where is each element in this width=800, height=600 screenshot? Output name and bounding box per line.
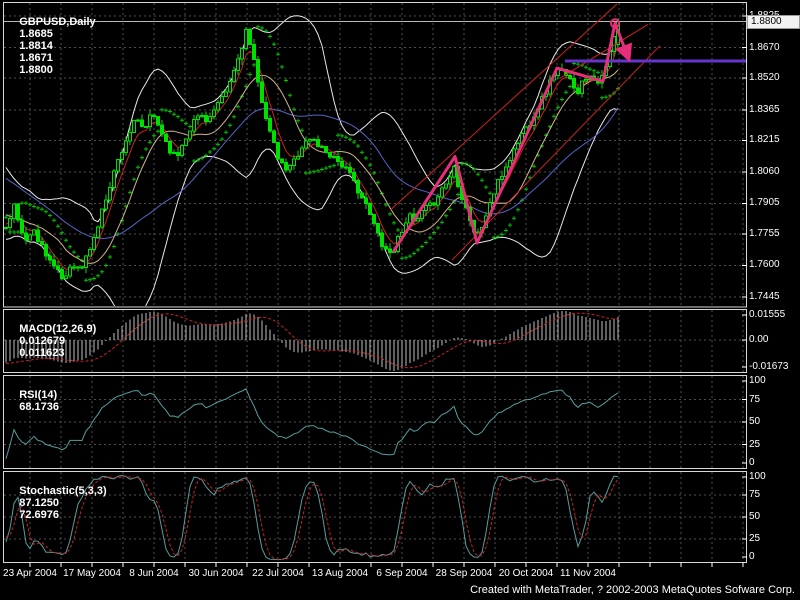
chart-canvas[interactable]	[0, 0, 800, 600]
macd-label: MACD(12,26,9)	[19, 323, 97, 335]
footer-credit: Created with MetaTrader, ? 2002-2003 Met…	[470, 584, 795, 596]
rsi-axis-label: 0	[749, 457, 755, 468]
ohlc-low: 1.8671	[19, 52, 53, 64]
macd-signal-value: 0.011623	[19, 347, 65, 359]
price-axis-label: 1.8365	[749, 104, 780, 115]
price-axis-label: 1.7445	[749, 291, 780, 302]
rsi-axis-label: 50	[749, 416, 761, 427]
ohlc-close: 1.8800	[19, 64, 53, 76]
ohlc-high: 1.8814	[19, 40, 53, 52]
ohlc-open: 1.8685	[19, 28, 53, 40]
rsi-label: RSI(14)	[19, 389, 58, 401]
stochastic-axis-label: 100	[749, 471, 766, 482]
stochastic-label: Stochastic(5,3,3)	[19, 485, 107, 497]
rsi-axis-label: 25	[749, 439, 761, 450]
macd-axis-label: 0.01555	[749, 309, 786, 320]
stochastic-axis-label: 75	[749, 489, 761, 500]
vertical-gridlines	[29, 3, 744, 562]
stochastic-k-value: 87.1250	[19, 497, 59, 509]
rsi-axis-label: 75	[749, 394, 761, 405]
price-axis-label: 1.7755	[749, 228, 780, 239]
macd-panel-border	[3, 309, 747, 373]
price-axis-label: 1.8215	[749, 134, 780, 145]
current-price-box: 1.8800	[747, 15, 800, 29]
macd-axis-label: 0.00	[749, 334, 769, 345]
stochastic-axis-label: 25	[749, 533, 761, 544]
chart-title: GBPUSD,Daily 1.8685 1.8814 1.8671 1.8800	[7, 4, 103, 88]
price-axis-label: 1.8060	[749, 166, 780, 177]
rsi-title: RSI(14) 68.1736	[7, 377, 66, 425]
price-axis-label: 1.7600	[749, 259, 780, 270]
rsi-axis-label: 100	[749, 375, 766, 386]
stochastic-d-value: 72.6976	[19, 509, 59, 521]
rsi-value: 68.1736	[19, 401, 59, 413]
price-axis-label: 1.8520	[749, 72, 780, 83]
stochastic-title: Stochastic(5,3,3) 87.1250 72.6976	[7, 473, 114, 533]
macd-title: MACD(12,26,9) 0.012679 0.011623	[7, 311, 103, 371]
price-axis-label: 1.8670	[749, 42, 780, 53]
horizontal-gridlines	[4, 15, 746, 540]
macd-value: 0.012679	[19, 335, 66, 347]
date-axis-label: 11 Nov 2004	[560, 568, 616, 579]
rsi-line	[5, 388, 619, 459]
metatrader-chart-window: GBPUSD,Daily 1.8685 1.8814 1.8671 1.8800…	[0, 0, 800, 600]
macd-axis-label: -0.01673	[749, 361, 789, 372]
symbol-timeframe: GBPUSD,Daily	[19, 16, 96, 28]
stochastic-axis-label: 50	[749, 511, 761, 522]
price-axis-label: 1.7905	[749, 197, 780, 208]
stochastic-axis-label: 0	[749, 551, 755, 562]
